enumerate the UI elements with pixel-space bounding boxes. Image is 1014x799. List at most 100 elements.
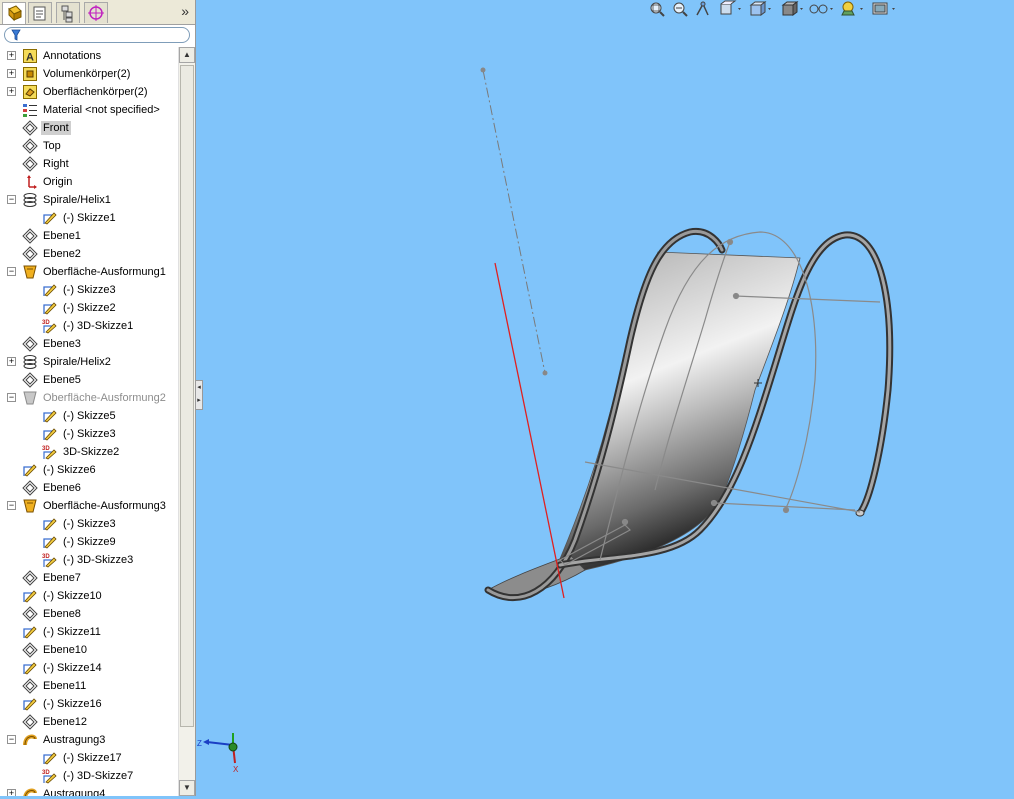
scroll-thumb[interactable]	[180, 65, 194, 727]
edit-appearance-icon[interactable]	[838, 0, 866, 18]
tree-item-label: (-) Skizze1	[63, 212, 116, 224]
tree-item[interactable]: Ebene3	[0, 335, 178, 353]
tree-item[interactable]: (-) Skizze9	[0, 533, 178, 551]
tree-item[interactable]: (-) Skizze3	[0, 281, 178, 299]
expand-toggle-icon[interactable]: +	[7, 789, 16, 796]
apply-scene-icon[interactable]	[870, 0, 898, 18]
tree-item[interactable]: Ebene2	[0, 245, 178, 263]
expand-toggle-icon[interactable]: +	[7, 69, 16, 78]
svg-text:3D: 3D	[42, 446, 50, 452]
expand-panel-icon[interactable]: »	[181, 3, 189, 19]
tree-item[interactable]: (-) Skizze1	[0, 209, 178, 227]
z-axis-arrow	[206, 741, 234, 746]
view-orientation-icon[interactable]	[748, 0, 774, 18]
tree-item[interactable]: Ebene8	[0, 605, 178, 623]
tree-item[interactable]: 3D (-) 3D-Skizze1	[0, 317, 178, 335]
section-view-icon[interactable]	[718, 0, 744, 18]
tree-item[interactable]: − Oberfläche-Ausformung1	[0, 263, 178, 281]
tree-item-label: Ebene3	[43, 338, 81, 350]
collapse-toggle-icon[interactable]: −	[7, 501, 16, 510]
tree-item[interactable]: Ebene5	[0, 371, 178, 389]
tree-item[interactable]: (-) Skizze14	[0, 659, 178, 677]
sketch-icon	[42, 210, 58, 226]
expand-toggle-icon[interactable]: +	[7, 357, 16, 366]
tree-item[interactable]: + A Annotations	[0, 47, 178, 65]
tree-item[interactable]: Front	[0, 119, 178, 137]
tree-item[interactable]: + Spirale/Helix2	[0, 353, 178, 371]
sweep-icon	[22, 732, 38, 748]
collapse-toggle-icon[interactable]: −	[7, 735, 16, 744]
tree-item-label: Ebene5	[43, 374, 81, 386]
tree-item[interactable]: Material <not specified>	[0, 101, 178, 119]
tree-item[interactable]: 3D (-) 3D-Skizze7	[0, 767, 178, 785]
tree-item[interactable]: (-) Skizze5	[0, 407, 178, 425]
tree-item-label: Oberflächenkörper(2)	[43, 86, 148, 98]
tree-item[interactable]: + Austragung4	[0, 785, 178, 796]
property-manager-tab-icon[interactable]	[28, 2, 52, 23]
zoom-to-fit-icon[interactable]	[648, 0, 666, 18]
graphics-area[interactable]	[196, 0, 1014, 796]
tree-item[interactable]: + Volumenkörper(2)	[0, 65, 178, 83]
surface-loft-icon	[22, 498, 38, 514]
tree-item[interactable]: (-) Skizze2	[0, 299, 178, 317]
collapse-toggle-icon[interactable]: −	[7, 267, 16, 276]
collapse-toggle-icon[interactable]: −	[7, 393, 16, 402]
tree-item-label: Volumenkörper(2)	[43, 68, 131, 80]
tree-item[interactable]: − Oberfläche-Ausformung3	[0, 497, 178, 515]
sketch-icon	[42, 282, 58, 298]
tree-item[interactable]: − Austragung3	[0, 731, 178, 749]
origin-icon	[22, 174, 38, 190]
tree-item-label: (-) Skizze14	[43, 662, 102, 674]
tree-item[interactable]: Ebene6	[0, 479, 178, 497]
scroll-up-button[interactable]: ▲	[179, 47, 195, 63]
tree-item[interactable]: (-) Skizze16	[0, 695, 178, 713]
zoom-to-area-icon[interactable]	[671, 0, 689, 18]
dimxpert-manager-tab-icon[interactable]	[84, 2, 108, 23]
scroll-down-button[interactable]: ▼	[179, 780, 195, 796]
configuration-manager-tab-icon[interactable]	[56, 2, 80, 23]
tree-item[interactable]: − Oberfläche-Ausformung2	[0, 389, 178, 407]
tree-item[interactable]: Ebene7	[0, 569, 178, 587]
sketch-3d-icon: 3D	[42, 768, 58, 784]
tree-item[interactable]: (-) Skizze3	[0, 425, 178, 443]
tree-item[interactable]: Top	[0, 137, 178, 155]
previous-view-icon[interactable]	[694, 0, 712, 18]
tree-item[interactable]: (-) Skizze11	[0, 623, 178, 641]
tree-item[interactable]: − Spirale/Helix1	[0, 191, 178, 209]
construction-line	[480, 67, 548, 376]
tree-item[interactable]: Origin	[0, 173, 178, 191]
tree-item[interactable]: (-) Skizze3	[0, 515, 178, 533]
tree-item-label: Front	[41, 121, 71, 135]
sketch-icon	[42, 516, 58, 532]
tree-item-label: (-) Skizze11	[43, 626, 101, 638]
tree-item[interactable]: (-) Skizze10	[0, 587, 178, 605]
feature-manager-tab-icon[interactable]	[2, 2, 26, 24]
svg-text:3D: 3D	[42, 770, 50, 776]
tree-item-label: (-) 3D-Skizze1	[63, 320, 134, 332]
tree-item[interactable]: + Oberflächenkörper(2)	[0, 83, 178, 101]
tree-item[interactable]: Ebene11	[0, 677, 178, 695]
tree-item[interactable]: Ebene12	[0, 713, 178, 731]
tree-item[interactable]: (-) Skizze6	[0, 461, 178, 479]
tree-scrollbar[interactable]: ▲ ▼	[178, 47, 195, 796]
model-view[interactable]	[196, 0, 1014, 796]
hide-show-items-icon[interactable]	[808, 0, 836, 18]
tree-item-label: Ebene7	[43, 572, 81, 584]
tree-item[interactable]: 3D 3D-Skizze2	[0, 443, 178, 461]
material-icon	[22, 102, 38, 118]
tree-item[interactable]: Right	[0, 155, 178, 173]
display-style-icon[interactable]	[780, 0, 806, 18]
tree-filter-input[interactable]	[4, 27, 190, 43]
sweep-icon	[22, 786, 38, 796]
tree-item[interactable]: 3D (-) 3D-Skizze3	[0, 551, 178, 569]
tree-item[interactable]: Ebene10	[0, 641, 178, 659]
tree-item[interactable]: Ebene1	[0, 227, 178, 245]
tree-item[interactable]: (-) Skizze17	[0, 749, 178, 767]
expand-toggle-icon[interactable]: +	[7, 51, 16, 60]
reference-axis	[494, 262, 565, 599]
plane-icon	[22, 606, 38, 622]
helix-icon	[22, 354, 38, 370]
sketch-3d-icon: 3D	[42, 318, 58, 334]
collapse-toggle-icon[interactable]: −	[7, 195, 16, 204]
expand-toggle-icon[interactable]: +	[7, 87, 16, 96]
